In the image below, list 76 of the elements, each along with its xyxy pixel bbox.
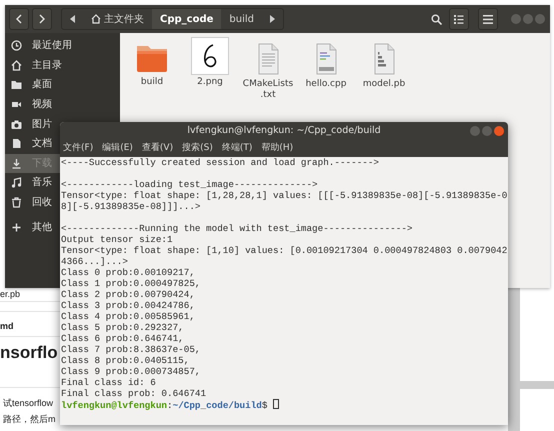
sidebar-item[interactable]: 音乐 <box>5 173 60 193</box>
home-icon <box>91 14 101 24</box>
terminal-line: Class 5 prob:0.292327, <box>61 322 184 333</box>
document-icon <box>11 138 22 150</box>
terminal-line: Output tensor size:1 <box>61 234 173 245</box>
sidebar-item[interactable]: 最近使用 <box>5 36 72 56</box>
camera-icon <box>11 118 22 130</box>
sidebar-item[interactable]: 回收 <box>5 192 60 212</box>
caret-right-icon <box>270 15 275 23</box>
terminal-line: Class 9 prob:0.000734857, <box>61 366 200 377</box>
search-icon <box>430 14 442 24</box>
terminal-line: <-------------Running the model with test_image---------------> <box>61 223 412 234</box>
sidebar-item[interactable]: 桌面 <box>5 75 60 95</box>
file-name[interactable]: build <box>124 77 180 88</box>
menu-item[interactable]: 查看(V) <box>142 142 174 156</box>
prompt-symbol: $ <box>262 400 268 411</box>
file-name[interactable]: 2.png <box>182 77 238 88</box>
trash-icon <box>11 197 22 208</box>
terminal-line: Class 0 prob:0.00109217, <box>61 267 195 278</box>
file-name[interactable]: hello.cpp <box>298 79 354 90</box>
menu-icon <box>483 14 493 24</box>
view-button[interactable] <box>449 8 469 30</box>
close-button[interactable] <box>494 126 504 136</box>
menu-item[interactable]: 搜索(S) <box>182 142 213 156</box>
back-button[interactable] <box>9 8 29 30</box>
terminal-line: Class 8 prob:0.0405115, <box>61 355 190 366</box>
forward-icon <box>38 14 46 24</box>
prompt-separator: : <box>167 400 173 411</box>
page-heading: nsorflo <box>0 342 58 364</box>
menu-item[interactable]: 帮助(H) <box>261 142 294 156</box>
terminal-line: Class 1 prob:0.000497825, <box>61 278 200 289</box>
list-view-icon <box>454 14 464 24</box>
menu-item[interactable]: 终端(T) <box>222 142 252 156</box>
breadcrumb[interactable]: Cpp_code <box>152 9 222 29</box>
breadcrumb[interactable]: 主文件夹 <box>83 9 152 29</box>
sidebar-item[interactable]: 主目录 <box>5 56 62 76</box>
sidebar-item[interactable]: 文档 <box>5 134 60 154</box>
cursor <box>273 399 280 409</box>
breadcrumb[interactable]: build <box>221 9 262 29</box>
menu-item[interactable]: 文件(F) <box>63 142 94 156</box>
terminal-line: <------------loading test_image--------------> <box>61 179 318 190</box>
menu-item[interactable]: 编辑(E) <box>102 142 133 156</box>
sidebar-item[interactable]: 图片 <box>5 114 60 134</box>
terminal-line: Class 6 prob:0.646741, <box>61 333 184 344</box>
window-title: lvfengkun@lvfengkun: ~/Cpp_code/build <box>187 124 381 138</box>
terminal-line: Class 2 prob:0.00790424, <box>61 289 195 300</box>
terminal-line: Class 3 prob:0.00424786, <box>61 300 195 311</box>
caret-left-icon <box>70 15 75 23</box>
file-name: er.pb <box>0 288 20 301</box>
terminal-line: 4366...]...> <box>61 256 128 267</box>
terminal-line: <----Successfully created session and load graph.-------> <box>61 157 380 168</box>
download-icon <box>11 158 22 169</box>
music-icon <box>11 177 22 188</box>
sidebar-item[interactable]: 视频 <box>5 94 60 114</box>
terminal-line: 8][-5.91389835e-08]]]...> <box>61 201 200 212</box>
forward-button[interactable] <box>32 8 52 30</box>
terminal-line: Class 7 prob:8.38637e-05, <box>61 344 200 355</box>
prompt-user: lvfengkun@lvfengkun <box>61 400 168 411</box>
menu-button[interactable] <box>478 8 498 30</box>
terminal-line: Final class id: 6 <box>61 377 156 388</box>
prompt-path: ~/Cpp_code/build <box>172 400 262 411</box>
file-label: md <box>0 320 14 333</box>
terminal-line: Tensor<type: float shape: [1,28,28,1] values: [[[-5.91389835e-08][-5.91389835e-0 <box>61 190 508 201</box>
body-text: 路径，然后m <box>3 413 56 426</box>
terminal-line: Tensor<type: float shape: [1,10] values: [0.00109217304 0.000497824803 0.0079042 <box>61 245 508 256</box>
home-icon <box>11 60 22 71</box>
file-name[interactable]: CMakeLists.txt <box>240 79 296 101</box>
terminal-line: Final class prob: 0.646741 <box>61 388 206 399</box>
clock-icon <box>11 40 22 52</box>
folder-icon <box>11 79 22 90</box>
terminal-line: Class 4 prob:0.00585961, <box>61 311 195 322</box>
sidebar-item[interactable]: 其他 <box>5 217 60 237</box>
plus-icon <box>11 222 22 233</box>
back-icon <box>15 14 23 24</box>
body-text: 试tensorflow <box>3 397 54 410</box>
file-name[interactable]: model.pb <box>356 79 412 90</box>
